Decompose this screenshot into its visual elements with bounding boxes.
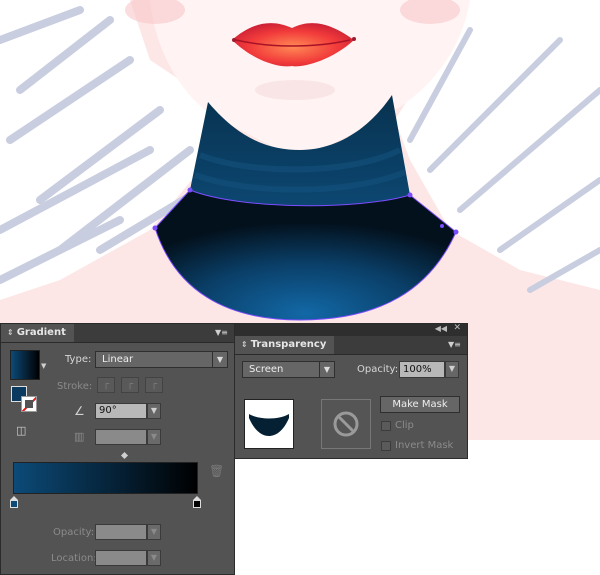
midpoint-diamond[interactable] bbox=[120, 451, 129, 460]
reverse-gradient-icon[interactable]: ◫ bbox=[16, 424, 34, 440]
swatch-dropdown-arrow[interactable]: ▼ bbox=[41, 362, 46, 370]
location-label: Location: bbox=[51, 553, 97, 564]
stroke-none-swatch[interactable] bbox=[21, 396, 37, 412]
transparency-panel: ◀◀ ✕ ⇕ Transparency ▼≡ Screen ▼ Opacity: … bbox=[234, 323, 468, 459]
gradient-stop-start[interactable] bbox=[10, 496, 18, 508]
blend-mode-value: Screen bbox=[249, 364, 284, 375]
blend-mode-dropdown[interactable]: Screen ▼ bbox=[242, 361, 335, 378]
opacity-value: 100% bbox=[403, 364, 432, 375]
angle-dropdown-button[interactable]: ▼ bbox=[147, 403, 161, 419]
stroke-label: Stroke: bbox=[57, 381, 93, 392]
collar-thumbnail-icon bbox=[249, 414, 289, 436]
menu-icon[interactable]: ▼≡ bbox=[448, 341, 462, 349]
close-icon[interactable]: ✕ bbox=[453, 323, 461, 333]
invert-mask-checkbox[interactable] bbox=[381, 441, 391, 451]
collapse-arrows-icon: ⇕ bbox=[241, 340, 248, 349]
angle-icon: ∠ bbox=[74, 404, 85, 418]
mask-thumbnail[interactable] bbox=[321, 399, 371, 449]
aspect-ratio-dropdown-button[interactable]: ▼ bbox=[147, 429, 161, 445]
location-dropdown-button[interactable]: ▼ bbox=[147, 550, 161, 566]
no-sign-icon bbox=[333, 411, 359, 437]
tab-gradient-label: Gradient bbox=[16, 327, 66, 338]
opacity-label: Opacity: bbox=[357, 364, 399, 375]
opacity-dropdown-button[interactable]: ▼ bbox=[445, 361, 459, 378]
clip-checkbox[interactable] bbox=[381, 421, 391, 431]
angle-value: 90° bbox=[99, 405, 117, 416]
gradient-slider[interactable] bbox=[13, 462, 198, 494]
make-mask-button[interactable]: Make Mask bbox=[380, 396, 460, 413]
stroke-within-button[interactable]: ┌ bbox=[97, 377, 115, 393]
transparency-tabbar: ⇕ Transparency ▼≡ bbox=[235, 336, 467, 355]
aspect-ratio-input[interactable] bbox=[95, 429, 147, 445]
invert-mask-label: Invert Mask bbox=[395, 440, 454, 451]
tab-transparency-label: Transparency bbox=[250, 339, 327, 350]
stroke-across-button[interactable]: ┌ bbox=[145, 377, 163, 393]
tab-transparency[interactable]: ⇕ Transparency bbox=[235, 336, 335, 354]
panel-dock-bar: ◀◀ ✕ bbox=[235, 323, 467, 336]
aspect-ratio-icon: ▥ bbox=[74, 430, 85, 443]
menu-icon[interactable]: ▼≡ bbox=[215, 329, 229, 337]
make-mask-label: Make Mask bbox=[392, 399, 448, 410]
location-input[interactable] bbox=[95, 550, 147, 566]
gradient-stop-end[interactable] bbox=[193, 496, 201, 508]
gradient-swatch-icon[interactable] bbox=[10, 350, 40, 380]
type-value: Linear bbox=[102, 354, 134, 365]
tab-gradient[interactable]: ⇕ Gradient bbox=[1, 324, 74, 342]
stroke-along-button[interactable]: ┌ bbox=[121, 377, 139, 393]
collapse-arrows-icon: ⇕ bbox=[7, 328, 14, 337]
collapse-panel-icon[interactable]: ◀◀ bbox=[435, 324, 447, 333]
opacity-label: Opacity: bbox=[53, 527, 95, 538]
stop-opacity-dropdown-button[interactable]: ▼ bbox=[147, 524, 161, 540]
object-thumbnail[interactable] bbox=[244, 399, 294, 449]
gradient-tabbar: ⇕ Gradient ▼≡ bbox=[1, 324, 234, 343]
clip-label: Clip bbox=[395, 420, 414, 431]
opacity-input[interactable]: 100% bbox=[399, 361, 445, 378]
angle-input[interactable]: 90° bbox=[95, 403, 147, 419]
stop-opacity-input[interactable] bbox=[95, 524, 147, 540]
type-label: Type: bbox=[65, 354, 92, 365]
type-dropdown[interactable]: Linear ▼ bbox=[95, 351, 228, 368]
chevron-down-icon: ▼ bbox=[319, 362, 334, 377]
chevron-down-icon: ▼ bbox=[212, 352, 227, 367]
gradient-panel: ⇕ Gradient ▼≡ ▼ ◫ Type: Linear ▼ Stroke: … bbox=[0, 323, 235, 575]
trash-icon[interactable]: 🗑 bbox=[209, 464, 224, 478]
